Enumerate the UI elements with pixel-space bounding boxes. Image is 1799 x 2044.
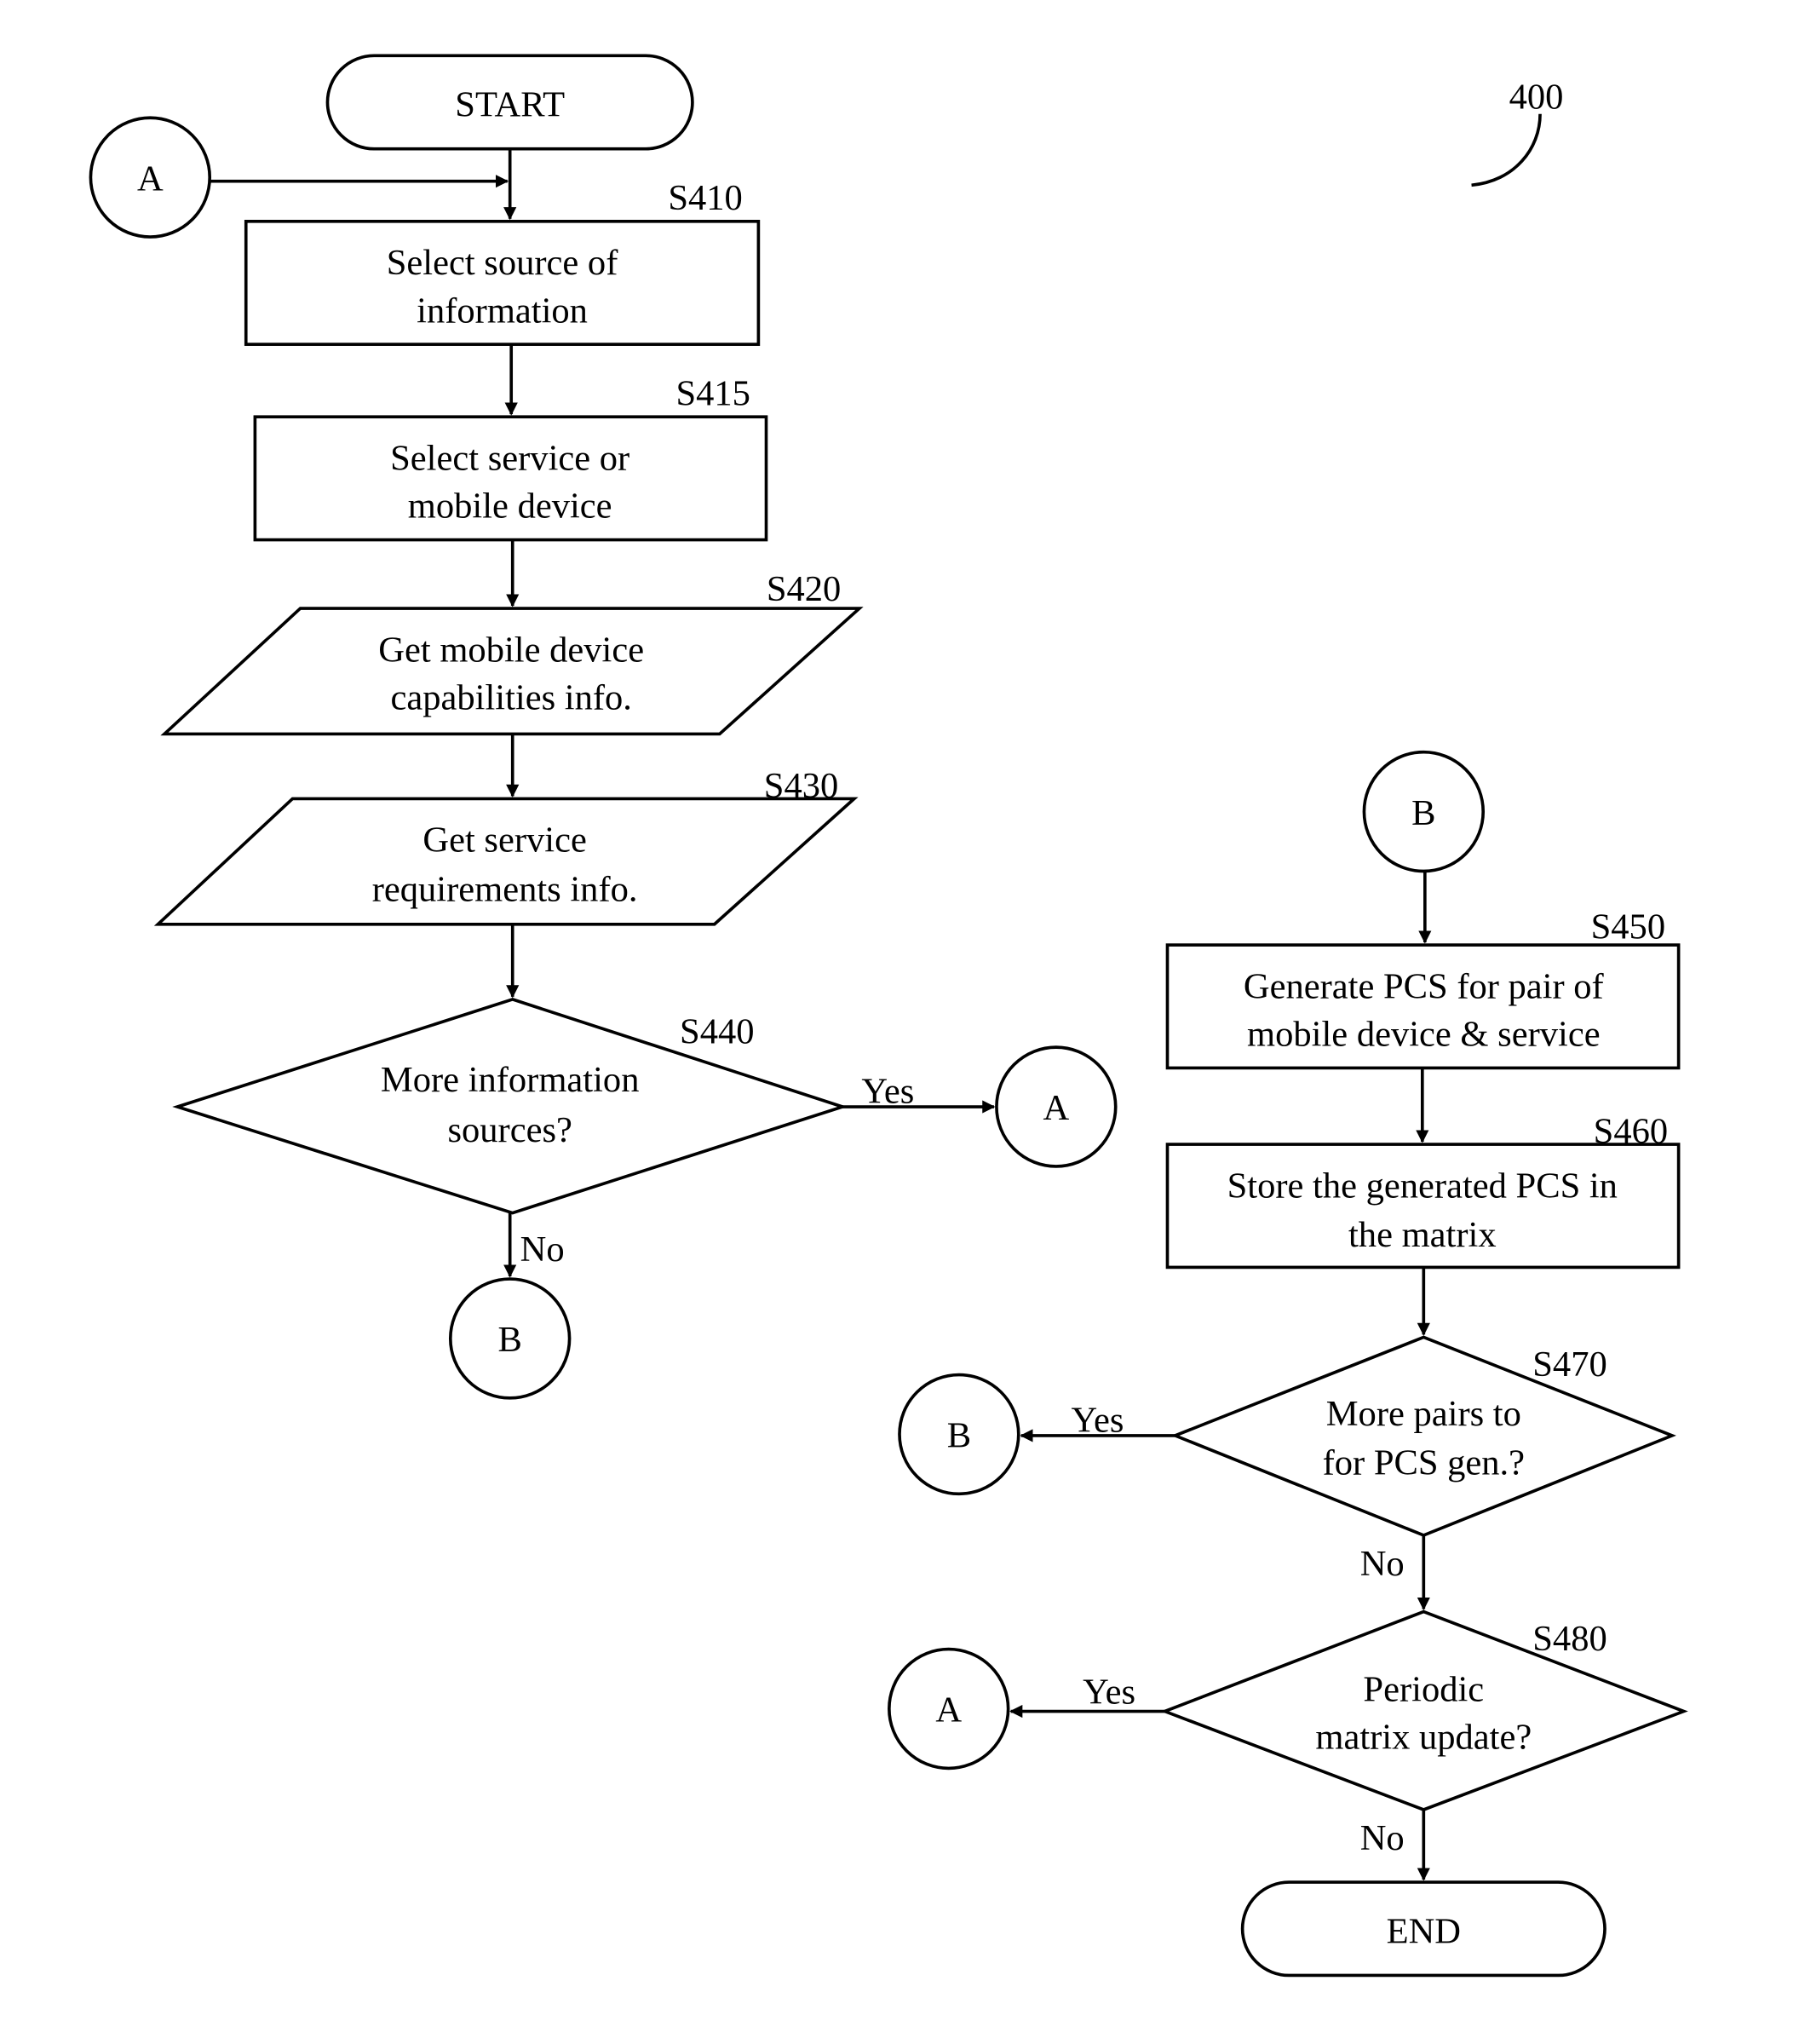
s415-line-2: mobile device	[408, 487, 612, 527]
s460-line-1: Store the generated PCS in	[1227, 1166, 1618, 1206]
connector-a-from-s480-label: A	[935, 1690, 962, 1730]
step-s460-store-pcs: Store the generated PCS in the matrix	[1165, 1143, 1681, 1270]
s420-line-2: capabilities info.	[390, 678, 631, 718]
s430-line-1: Get service	[422, 820, 586, 861]
s415-line-1: Select service or	[390, 439, 629, 479]
reference-leader-line	[1471, 113, 1542, 187]
s480-no-label: No	[1360, 1818, 1405, 1858]
connector-b-from-s470: B	[898, 1373, 1020, 1496]
flowchart-400: 400 START A Select source of information…	[89, 54, 1688, 1978]
s470-line-1: More pairs to	[1326, 1394, 1521, 1434]
s410-line-1: Select source of	[387, 243, 618, 283]
end-label: END	[1387, 1911, 1461, 1951]
step-label-s420: S420	[767, 569, 841, 609]
s440-no-label: No	[520, 1229, 565, 1270]
s480-line-1: Periodic	[1363, 1669, 1484, 1709]
start-terminal: START	[325, 54, 694, 151]
s470-line-2: for PCS gen.?	[1323, 1443, 1525, 1483]
connector-b-entry: B	[1362, 750, 1486, 873]
step-s450-generate-pcs: Generate PCS for pair of mobile device &…	[1165, 943, 1681, 1070]
s450-line-2: mobile device & service	[1247, 1015, 1601, 1055]
connector-a-entry-label: A	[137, 158, 164, 199]
s450-line-1: Generate PCS for pair of	[1244, 966, 1605, 1006]
step-label-s450: S450	[1591, 907, 1665, 947]
end-terminal: END	[1240, 1880, 1606, 1978]
step-label-s470: S470	[1532, 1344, 1606, 1385]
step-label-s440: S440	[680, 1012, 754, 1052]
connector-b-from-s440-label: B	[497, 1320, 521, 1360]
connector-a-entry: A	[89, 116, 212, 239]
step-label-s430: S430	[764, 766, 838, 806]
step-label-s480: S480	[1532, 1619, 1606, 1659]
s410-line-2: information	[417, 291, 588, 331]
figure-reference-number: 400	[1509, 78, 1564, 118]
connector-b-from-s470-label: B	[947, 1416, 971, 1456]
connector-b-entry-label: B	[1411, 793, 1435, 833]
connector-b-from-s440: B	[448, 1277, 572, 1400]
s480-yes-label: Yes	[1083, 1672, 1135, 1712]
s430-line-2: requirements info.	[372, 869, 638, 909]
connector-a-from-s440: A	[995, 1045, 1118, 1168]
s440-line-1: More information	[381, 1060, 640, 1100]
step-label-s410: S410	[668, 178, 742, 218]
step-s410-select-source: Select source of information	[244, 219, 761, 346]
step-s415-select-service: Select service or mobile device	[253, 415, 768, 542]
s440-line-2: sources?	[447, 1110, 572, 1150]
s470-no-label: No	[1360, 1544, 1405, 1584]
step-s420-get-device-capabilities: Get mobile device capabilities info.	[160, 607, 864, 736]
step-s430-get-service-requirements: Get service requirements info.	[153, 797, 859, 926]
connector-a-from-s440-label: A	[1043, 1088, 1069, 1128]
s420-line-1: Get mobile device	[378, 630, 644, 670]
start-label: START	[455, 85, 565, 125]
s460-line-2: the matrix	[1348, 1215, 1497, 1255]
step-label-s415: S415	[675, 374, 750, 414]
s480-line-2: matrix update?	[1315, 1718, 1532, 1758]
step-label-s460: S460	[1594, 1112, 1668, 1152]
connector-a-from-s480: A	[888, 1647, 1010, 1771]
